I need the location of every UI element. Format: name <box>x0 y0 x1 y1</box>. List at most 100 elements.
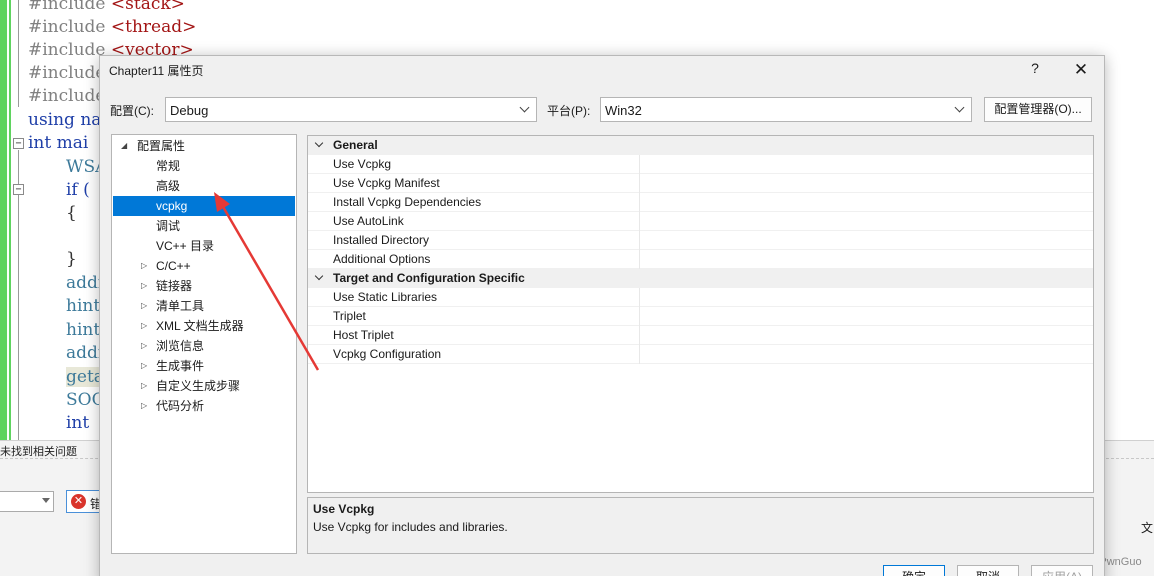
close-button[interactable]: ✕ <box>1070 59 1092 81</box>
property-value[interactable] <box>639 250 1092 269</box>
chevron-down-icon <box>314 138 324 148</box>
code-line: } <box>66 249 77 269</box>
tree-item[interactable]: ▷ 生成事件 <box>113 356 295 376</box>
property-name: Installed Directory <box>333 233 430 247</box>
property-row[interactable]: Additional Options <box>308 250 1093 269</box>
tree-item[interactable]: 常规 <box>113 156 295 176</box>
property-value[interactable] <box>639 307 1092 326</box>
preprocessor-keyword: #include <box>28 17 106 37</box>
code-line: if ( <box>66 180 90 200</box>
property-name: Install Vcpkg Dependencies <box>333 195 482 209</box>
property-group-header[interactable]: Target and Configuration Specific <box>308 269 1093 288</box>
code-line: int mai <box>28 133 88 153</box>
tree-item[interactable]: 高级 <box>113 176 295 196</box>
cancel-button[interactable]: 取消 <box>957 565 1019 576</box>
description-title: Use Vcpkg <box>313 502 375 516</box>
tree-item[interactable]: ▷ 浏览信息 <box>113 336 295 356</box>
property-value[interactable] <box>639 288 1092 307</box>
property-group-header[interactable]: General <box>308 136 1093 155</box>
code-token: using na <box>28 110 102 130</box>
collapse-arrow-icon[interactable]: ▷ <box>141 376 147 396</box>
property-value[interactable] <box>639 345 1092 364</box>
issue-status-text: 未找到相关问题 <box>0 446 77 458</box>
configuration-manager-button[interactable]: 配置管理器(O)... <box>984 97 1092 122</box>
apply-button[interactable]: 应用(A) <box>1031 565 1093 576</box>
tree-item[interactable]: ▷ 清单工具 <box>113 296 295 316</box>
property-row[interactable]: Installed Directory <box>308 231 1093 250</box>
platform-dropdown[interactable]: Win32 <box>600 97 972 122</box>
property-name: Host Triplet <box>333 328 394 342</box>
tree-item-label: XML 文档生成器 <box>156 319 244 333</box>
tree-item[interactable]: ▷ C/C++ <box>113 256 295 276</box>
property-name: Additional Options <box>333 252 431 266</box>
code-line: #include <box>28 63 105 83</box>
tree-item-label: VC++ 目录 <box>156 239 215 253</box>
property-pages-dialog: Chapter11 属性页 ? ✕ 配置(C): Debug 平台(P): Wi… <box>99 55 1105 576</box>
property-value[interactable] <box>639 231 1092 250</box>
preprocessor-keyword: #include <box>28 86 106 106</box>
tree-item[interactable]: VC++ 目录 <box>113 236 295 256</box>
property-grid[interactable]: General Use Vcpkg Use Vcpkg Manifest Instal… <box>307 135 1094 493</box>
error-scope-dropdown[interactable] <box>0 491 54 512</box>
tree-item[interactable]: ▷ 链接器 <box>113 276 295 296</box>
expand-arrow-icon[interactable]: ◢ <box>121 136 127 156</box>
property-row[interactable]: Use AutoLink <box>308 212 1093 231</box>
fold-guide <box>18 0 19 107</box>
property-row[interactable]: Use Vcpkg <box>308 155 1093 174</box>
property-name: Use Static Libraries <box>333 290 438 304</box>
tree-item[interactable]: ▷ 代码分析 <box>113 396 295 416</box>
configuration-label: 配置(C): <box>110 104 154 118</box>
tree-item-label: vcpkg <box>156 199 188 213</box>
property-value[interactable] <box>639 326 1092 345</box>
tree-item[interactable]: 调试 <box>113 216 295 236</box>
collapse-arrow-icon[interactable]: ▷ <box>141 356 147 376</box>
code-line: #include <thread> <box>28 17 196 37</box>
fold-toggle-icon[interactable]: − <box>13 184 24 195</box>
tree-item-label: 链接器 <box>156 279 193 293</box>
change-indicator-bar <box>0 0 7 440</box>
property-row[interactable]: Install Vcpkg Dependencies <box>308 193 1093 212</box>
property-row[interactable]: Vcpkg Configuration <box>308 345 1093 364</box>
tree-item[interactable]: ◢ 配置属性 <box>113 136 295 156</box>
ok-button[interactable]: 确定 <box>883 565 945 576</box>
code-token: if ( <box>66 180 90 200</box>
description-panel: Use Vcpkg Use Vcpkg for includes and lib… <box>307 497 1094 554</box>
collapse-arrow-icon[interactable]: ▷ <box>141 396 147 416</box>
preprocessor-keyword: #include <box>28 0 106 14</box>
collapse-arrow-icon[interactable]: ▷ <box>141 316 147 336</box>
property-group-label: Target and Configuration Specific <box>333 271 525 285</box>
property-row[interactable]: Use Vcpkg Manifest <box>308 174 1093 193</box>
property-name: Triplet <box>333 309 366 323</box>
help-button[interactable]: ? <box>1026 60 1044 78</box>
collapse-arrow-icon[interactable]: ▷ <box>141 336 147 356</box>
property-value[interactable] <box>639 193 1092 212</box>
code-token: int <box>66 413 90 433</box>
collapse-arrow-icon[interactable]: ▷ <box>141 276 147 296</box>
tree-item[interactable]: ▷ XML 文档生成器 <box>113 316 295 336</box>
code-token: } <box>66 249 77 269</box>
property-row[interactable]: Triplet <box>308 307 1093 326</box>
property-group-label: General <box>333 138 378 152</box>
fold-toggle-icon[interactable]: − <box>13 138 24 149</box>
platform-value: Win32 <box>605 103 642 118</box>
tree-item-label: 浏览信息 <box>156 339 205 353</box>
property-value[interactable] <box>639 212 1092 231</box>
tree-item-label: 清单工具 <box>156 299 205 313</box>
side-panel-label: 文 <box>1141 521 1154 535</box>
chevron-down-icon <box>42 498 50 503</box>
change-indicator-bar-secondary <box>9 0 11 440</box>
tree-item[interactable]: vcpkg <box>113 196 295 216</box>
platform-label: 平台(P): <box>547 104 591 118</box>
property-row[interactable]: Use Static Libraries <box>308 288 1093 307</box>
code-line: int <box>66 413 89 433</box>
tree-item[interactable]: ▷ 自定义生成步骤 <box>113 376 295 396</box>
collapse-arrow-icon[interactable]: ▷ <box>141 296 147 316</box>
property-value[interactable] <box>639 174 1092 193</box>
chevron-down-icon <box>954 102 965 113</box>
collapse-arrow-icon[interactable]: ▷ <box>141 256 147 276</box>
property-name: Use AutoLink <box>333 214 404 228</box>
property-tree[interactable]: ◢ 配置属性 常规 高级 vcpkg 调试 VC++ 目录 ▷ C/C++ ▷ 链接器 ▷ 清单工具 ▷ X… <box>111 134 297 554</box>
property-value[interactable] <box>639 155 1092 174</box>
configuration-dropdown[interactable]: Debug <box>165 97 537 122</box>
property-row[interactable]: Host Triplet <box>308 326 1093 345</box>
